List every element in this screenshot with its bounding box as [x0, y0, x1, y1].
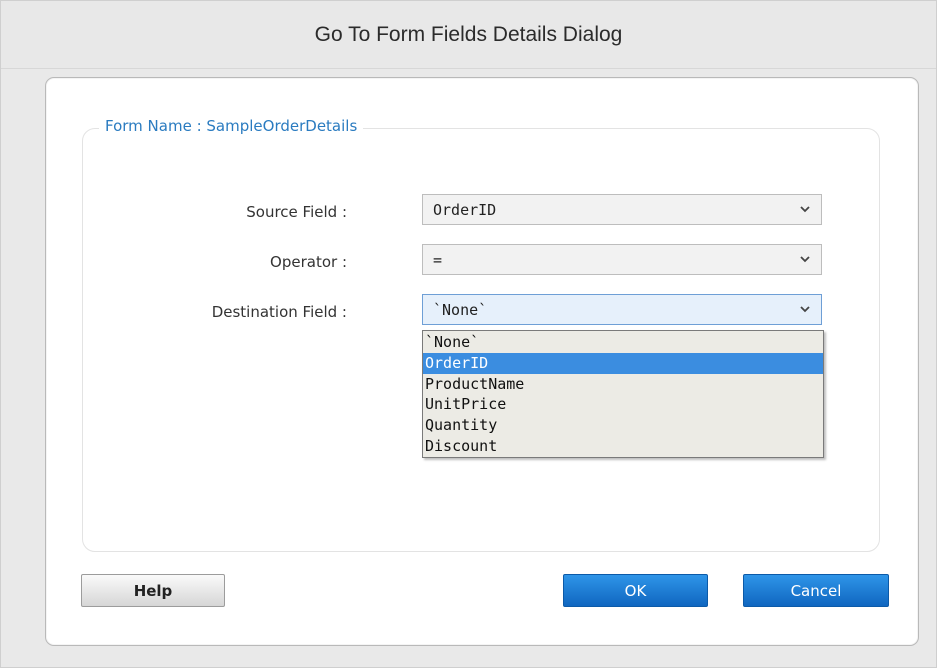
- form-fieldset: Form Name : SampleOrderDetails Source Fi…: [82, 117, 880, 552]
- ok-button[interactable]: OK: [563, 574, 708, 607]
- operator-select[interactable]: =: [422, 244, 822, 275]
- operator-label: Operator :: [270, 253, 347, 271]
- help-button[interactable]: Help: [81, 574, 225, 607]
- dropdown-option-discount[interactable]: Discount: [423, 436, 823, 457]
- dialog-window: Go To Form Fields Details Dialog Form Na…: [0, 0, 937, 668]
- destination-field-select[interactable]: `None`: [422, 294, 822, 325]
- cancel-button[interactable]: Cancel: [743, 574, 889, 607]
- chevron-down-icon: [800, 206, 810, 213]
- destination-field-label: Destination Field :: [211, 303, 347, 321]
- source-field-label: Source Field :: [246, 203, 347, 221]
- source-field-select[interactable]: OrderID: [422, 194, 822, 225]
- chevron-down-icon: [800, 306, 810, 313]
- dialog-panel: Form Name : SampleOrderDetails Source Fi…: [45, 77, 919, 646]
- source-field-value: OrderID: [433, 200, 497, 219]
- destination-field-dropdown-list[interactable]: `None` OrderID ProductName UnitPrice Qua…: [422, 330, 824, 458]
- operator-value: =: [433, 250, 443, 269]
- dropdown-option-quantity[interactable]: Quantity: [423, 415, 823, 436]
- dropdown-option-unitprice[interactable]: UnitPrice: [423, 394, 823, 415]
- chevron-down-icon: [800, 256, 810, 263]
- form-name-legend: Form Name : SampleOrderDetails: [99, 117, 364, 135]
- destination-field-value: `None`: [433, 300, 488, 319]
- dropdown-option-none[interactable]: `None`: [423, 332, 823, 353]
- dropdown-option-productname[interactable]: ProductName: [423, 374, 823, 395]
- dropdown-option-orderid[interactable]: OrderID: [423, 352, 823, 374]
- dialog-title: Go To Form Fields Details Dialog: [314, 22, 623, 46]
- title-bar[interactable]: Go To Form Fields Details Dialog: [1, 1, 936, 69]
